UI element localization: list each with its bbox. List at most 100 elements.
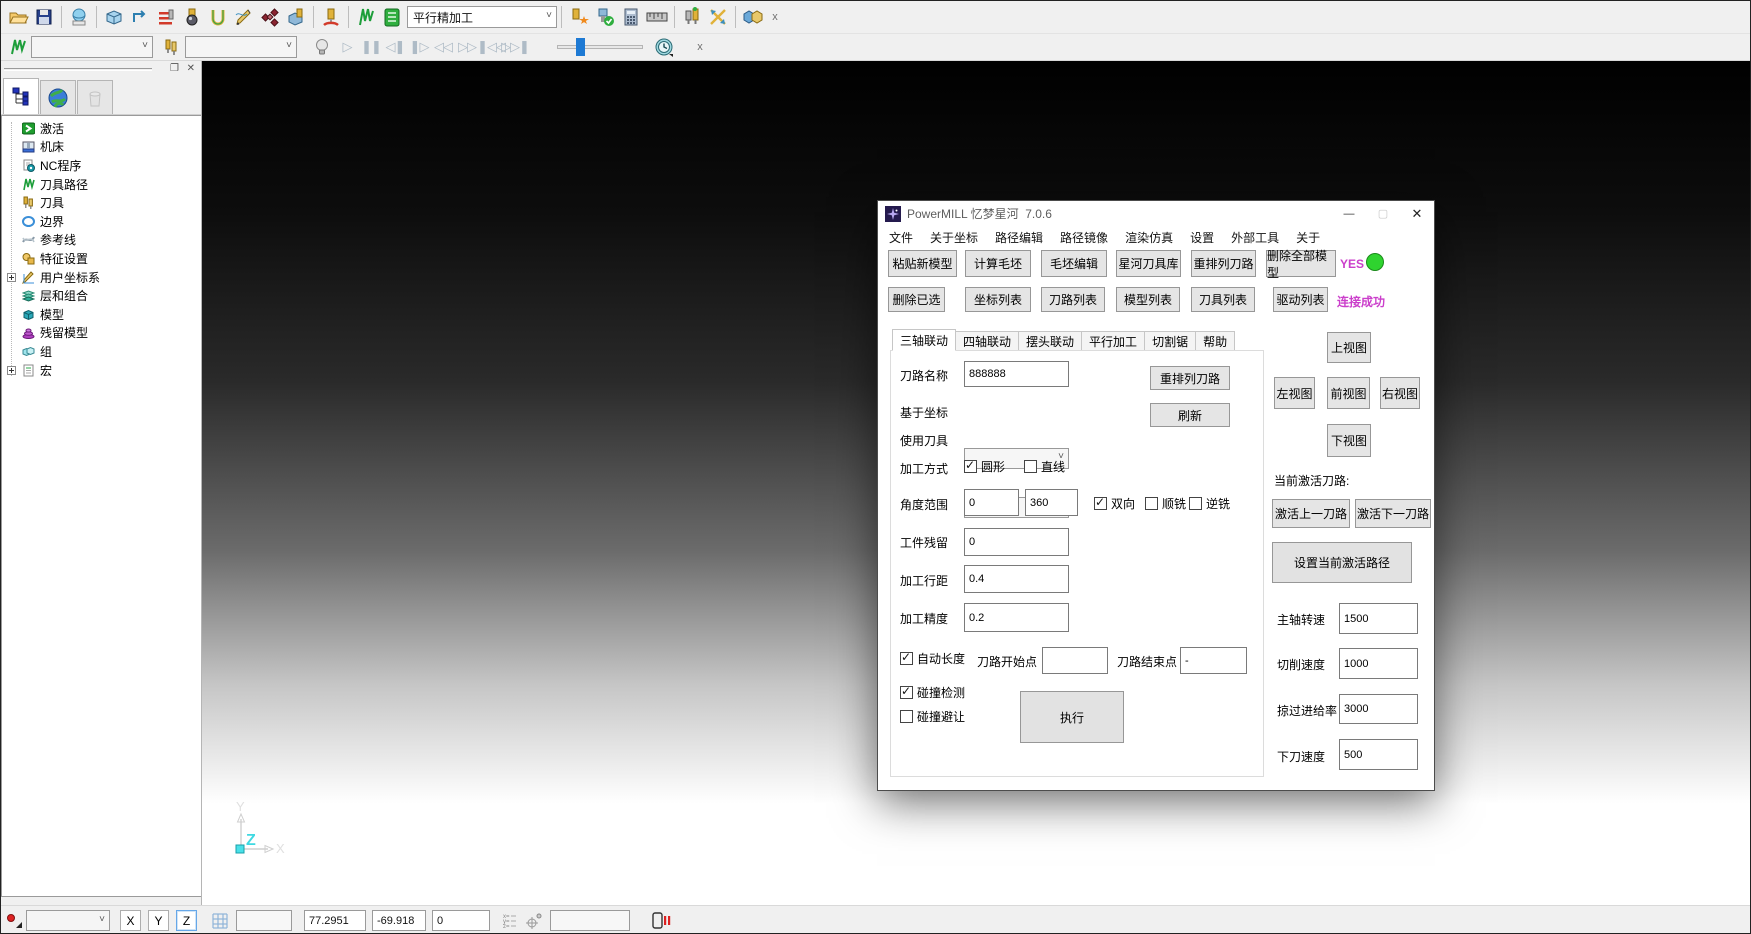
menu-external-tools[interactable]: 外部工具 bbox=[1231, 229, 1279, 246]
collision-check-checkbox[interactable]: 碰撞检测 bbox=[900, 684, 965, 701]
print-sphere-icon[interactable] bbox=[66, 4, 92, 30]
execute-button[interactable]: 执行 bbox=[1020, 691, 1124, 743]
tab-saw[interactable]: 切割锯 bbox=[1145, 331, 1196, 351]
pattern-pencil-icon[interactable] bbox=[231, 4, 257, 30]
save-icon[interactable] bbox=[31, 4, 57, 30]
active-tool-dropdown[interactable]: ˅ bbox=[185, 36, 297, 58]
angle-end-input[interactable]: 360 bbox=[1025, 489, 1078, 516]
auto-length-checkbox[interactable]: 自动长度 bbox=[900, 650, 965, 667]
dialog-titlebar[interactable]: PowerMILL 忆梦星河 7.0.6 — ▢ ✕ bbox=[878, 201, 1434, 226]
tree-item-stock-model[interactable]: 残留模型 bbox=[2, 324, 201, 343]
tab-3axis[interactable]: 三轴联动 bbox=[892, 329, 956, 351]
z-levels-icon[interactable] bbox=[153, 4, 179, 30]
open-file-icon[interactable] bbox=[5, 4, 31, 30]
locator-icon[interactable] bbox=[524, 912, 544, 930]
checkbox-checked-icon[interactable] bbox=[900, 686, 913, 699]
toolpath-star-icon[interactable] bbox=[566, 4, 592, 30]
tab-help[interactable]: 帮助 bbox=[1196, 331, 1235, 351]
tool-holder-icon[interactable] bbox=[318, 4, 344, 30]
block-icon[interactable] bbox=[101, 4, 127, 30]
clock-icon[interactable] bbox=[651, 34, 677, 60]
checkbox-icon[interactable] bbox=[1145, 497, 1158, 510]
skim-feed-input[interactable]: 3000 bbox=[1339, 694, 1418, 724]
panel-close-icon[interactable]: ✕ bbox=[187, 63, 195, 74]
grid-snap-icon[interactable] bbox=[210, 911, 230, 931]
model-list-button[interactable]: 模型列表 bbox=[1116, 287, 1180, 312]
tree-item-levels[interactable]: 层和组合 bbox=[2, 286, 201, 305]
menu-settings[interactable]: 设置 bbox=[1190, 229, 1214, 246]
device-pause-icon[interactable] bbox=[650, 911, 672, 931]
pause-button[interactable]: ❚❚ bbox=[359, 36, 383, 58]
tab-explorer-tree[interactable] bbox=[3, 78, 39, 114]
bidirectional-checkbox[interactable]: 双向 bbox=[1094, 495, 1135, 512]
rearrange-button[interactable]: 重排列刀路 bbox=[1150, 366, 1230, 390]
expand-icon[interactable] bbox=[2, 273, 20, 282]
tab-4axis[interactable]: 四轴联动 bbox=[956, 331, 1019, 351]
feature-block-icon[interactable] bbox=[283, 4, 309, 30]
tree-item-feature-set[interactable]: 特征设置 bbox=[2, 249, 201, 268]
tree-item-model[interactable]: 模型 bbox=[2, 305, 201, 324]
speed-slider[interactable] bbox=[557, 45, 643, 49]
calc-stock-button[interactable]: 计算毛坯 bbox=[965, 250, 1031, 277]
end-point-input[interactable]: - bbox=[1180, 647, 1247, 674]
calculator-icon[interactable] bbox=[618, 4, 644, 30]
view-left-button[interactable]: 左视图 bbox=[1274, 377, 1315, 409]
rewind-button[interactable]: ◁◁ bbox=[431, 36, 455, 58]
view-front-button[interactable]: 前视图 bbox=[1327, 377, 1370, 409]
go-to-start-button[interactable]: ❚◁◁ bbox=[479, 36, 503, 58]
tree-item-machine[interactable]: 机床 bbox=[2, 138, 201, 157]
tree-item-toolpath[interactable]: 刀具路径 bbox=[2, 175, 201, 194]
activate-next-button[interactable]: 激活下一刀路 bbox=[1355, 499, 1431, 528]
tab-head-tilt[interactable]: 摆头联动 bbox=[1019, 331, 1082, 351]
axis-x-button[interactable]: X bbox=[120, 910, 141, 931]
toolpath-strategy-icon[interactable] bbox=[127, 4, 153, 30]
tab-parallel[interactable]: 平行加工 bbox=[1082, 331, 1145, 351]
animation-toolbar-close-button[interactable]: x bbox=[691, 38, 709, 56]
active-toolpath-dropdown[interactable]: ˅ bbox=[31, 36, 153, 58]
step-back-button[interactable]: ◁❚ bbox=[383, 36, 407, 58]
menu-about[interactable]: 关于 bbox=[1296, 229, 1320, 246]
paste-new-model-button[interactable]: 粘贴新模型 bbox=[888, 250, 957, 277]
menu-path-edit[interactable]: 路径编辑 bbox=[995, 229, 1043, 246]
xyz-list-icon[interactable]: x=y=z= bbox=[502, 912, 518, 930]
toolpath-list-button[interactable]: 刀路列表 bbox=[1041, 287, 1105, 312]
angle-start-input[interactable]: 0 bbox=[964, 489, 1019, 516]
maximize-button[interactable]: ▢ bbox=[1366, 201, 1400, 226]
menu-coords[interactable]: 关于坐标 bbox=[930, 229, 978, 246]
step-forward-button[interactable]: ❚▷ bbox=[407, 36, 431, 58]
tree-item-tool[interactable]: 刀具 bbox=[2, 193, 201, 212]
menu-render-sim[interactable]: 渲染仿真 bbox=[1125, 229, 1173, 246]
ball-tool-icon[interactable] bbox=[179, 4, 205, 30]
expand-icon[interactable] bbox=[2, 366, 20, 375]
toolbar-close-button[interactable]: x bbox=[766, 8, 784, 26]
activate-prev-button[interactable]: 激活上一刀路 bbox=[1272, 499, 1350, 528]
collision-avoid-checkbox[interactable]: 碰撞避让 bbox=[900, 708, 965, 725]
stock-remain-input[interactable]: 0 bbox=[964, 528, 1069, 556]
tool-library-button[interactable]: 星河刀具库 bbox=[1116, 250, 1181, 277]
axis-z-button[interactable]: Z bbox=[176, 910, 197, 931]
conventional-checkbox[interactable]: 逆铣 bbox=[1189, 495, 1230, 512]
tree-item-activate[interactable]: 激活 bbox=[2, 119, 201, 138]
tolerance-input[interactable]: 0.2 bbox=[964, 603, 1069, 632]
tree-item-workplane[interactable]: 用户坐标系 bbox=[2, 268, 201, 287]
checkbox-icon[interactable] bbox=[900, 710, 913, 723]
edit-stock-button[interactable]: 毛坯编辑 bbox=[1041, 250, 1107, 277]
view-bottom-button[interactable]: 下视图 bbox=[1327, 424, 1371, 457]
drive-list-button[interactable]: 驱动列表 bbox=[1273, 287, 1328, 312]
tree-item-macro[interactable]: 宏 bbox=[2, 361, 201, 380]
delete-selected-button[interactable]: 删除已选 bbox=[888, 287, 945, 312]
play-button[interactable]: ▷ bbox=[335, 36, 359, 58]
toolpath-spring-icon[interactable] bbox=[353, 4, 379, 30]
checkbox-checked-icon[interactable] bbox=[964, 460, 977, 473]
close-button[interactable]: ✕ bbox=[1400, 201, 1434, 226]
view-top-button[interactable]: 上视图 bbox=[1327, 332, 1371, 363]
tool-list-button[interactable]: 刀具列表 bbox=[1191, 287, 1255, 312]
tree-item-pattern[interactable]: 参考线 bbox=[2, 231, 201, 250]
panel-grip[interactable] bbox=[4, 68, 152, 71]
axis-y-button[interactable]: Y bbox=[148, 910, 169, 931]
cutting-speed-input[interactable]: 1000 bbox=[1339, 648, 1418, 679]
checkbox-icon[interactable] bbox=[1189, 497, 1202, 510]
menu-file[interactable]: 文件 bbox=[889, 229, 913, 246]
start-point-input[interactable] bbox=[1042, 647, 1108, 674]
refresh-button[interactable]: 刷新 bbox=[1150, 403, 1230, 427]
